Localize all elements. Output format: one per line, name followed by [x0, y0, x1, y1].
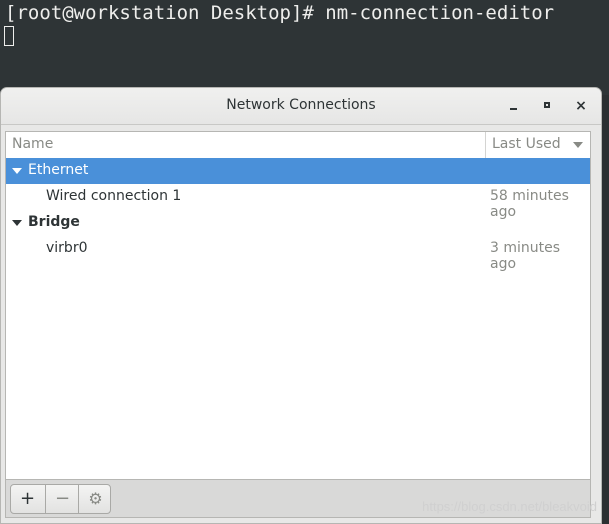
group-label: Ethernet — [28, 162, 89, 178]
gear-icon: ⚙ — [88, 489, 103, 508]
edit-connection-button[interactable]: ⚙ — [78, 485, 110, 513]
sort-arrow-icon[interactable] — [573, 142, 583, 148]
connection-row-virbr0[interactable]: virbr0 3 minutes ago — [6, 236, 590, 272]
toolbar-button-group: + − ⚙ — [10, 484, 111, 514]
add-connection-button[interactable]: + — [11, 485, 44, 513]
minimize-button[interactable] — [505, 97, 523, 115]
terminal-command-line: [root@workstation Desktop]# nm-connectio… — [5, 2, 555, 24]
expander-down-icon[interactable] — [12, 168, 22, 174]
connection-last-used: 3 minutes ago — [490, 240, 561, 272]
terminal-cursor — [4, 26, 14, 46]
network-connections-window: Network Connections × Name Last Used Eth… — [0, 87, 602, 524]
watermark-text: https://blog.csdn.net/bleakvoid — [422, 499, 597, 514]
expander-down-icon[interactable] — [12, 220, 22, 226]
column-divider[interactable] — [485, 132, 486, 158]
close-button[interactable]: × — [572, 97, 590, 115]
group-label: Bridge — [28, 214, 80, 230]
maximize-button[interactable] — [539, 97, 557, 115]
terminal-window[interactable]: [root@workstation Desktop]# nm-connectio… — [0, 0, 609, 95]
list-header: Name Last Used — [6, 132, 590, 159]
minus-icon: − — [54, 488, 71, 509]
connection-row-wired-connection-1[interactable]: Wired connection 1 58 minutes ago — [6, 184, 590, 220]
minimize-icon — [510, 108, 517, 110]
group-row-ethernet[interactable]: Ethernet — [6, 158, 590, 184]
connection-name: Wired connection 1 — [46, 188, 182, 204]
remove-connection-button[interactable]: − — [45, 485, 79, 513]
plus-icon: + — [19, 488, 36, 509]
title-bar[interactable]: Network Connections × — [1, 88, 601, 125]
group-row-bridge[interactable]: Bridge — [6, 210, 590, 236]
connection-name: virbr0 — [46, 240, 88, 256]
column-header-name[interactable]: Name — [12, 136, 53, 152]
maximize-icon — [544, 102, 550, 108]
connections-list[interactable]: Name Last Used Ethernet Wired connection… — [5, 131, 591, 480]
column-header-last-used[interactable]: Last Used — [492, 136, 561, 152]
close-icon: × — [575, 98, 587, 114]
